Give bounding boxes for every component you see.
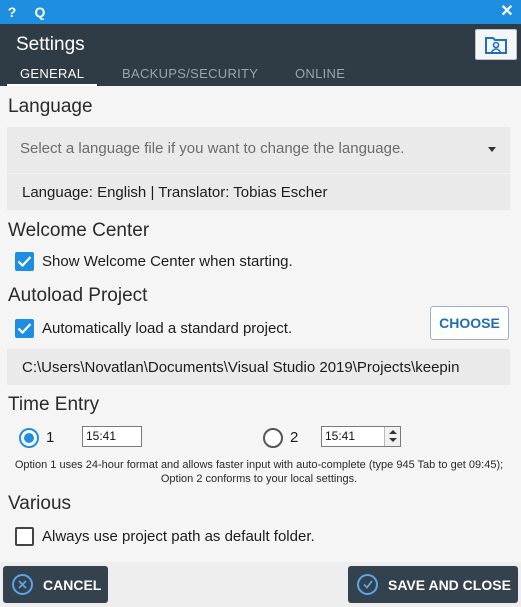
autoload-section-title: Autoload Project: [8, 285, 148, 306]
language-section-title: Language: [8, 96, 93, 117]
project-path-field[interactable]: C:\Users\Novatlan\Documents\Visual Studi…: [7, 349, 510, 385]
check-icon: [357, 574, 378, 595]
default-folder-checkbox[interactable]: [15, 527, 34, 546]
settings-content: Language Select a language file if you w…: [0, 86, 521, 562]
checkmark-icon: [17, 256, 32, 268]
default-folder-label: Always use project path as default folde…: [42, 528, 315, 545]
time-option-1-label: 1: [46, 429, 55, 446]
welcome-section-title: Welcome Center: [8, 220, 150, 241]
time-option-1-radio[interactable]: [19, 428, 39, 448]
checkmark-icon: [17, 323, 32, 335]
language-select[interactable]: Select a language file if you want to ch…: [7, 127, 510, 173]
page-title: Settings: [16, 34, 85, 55]
tab-general[interactable]: GENERAL: [20, 66, 84, 81]
spin-down-icon[interactable]: [389, 438, 397, 442]
tab-online[interactable]: ONLINE: [295, 66, 345, 81]
cancel-button[interactable]: CANCEL: [3, 566, 108, 603]
close-button[interactable]: ✕: [495, 0, 519, 24]
cancel-icon: [12, 574, 33, 595]
language-info-text: Language: English | Translator: Tobias E…: [22, 184, 328, 201]
welcome-center-label: Show Welcome Center when starting.: [42, 253, 293, 270]
folder-user-icon: [485, 37, 507, 54]
save-and-close-label: SAVE AND CLOSE: [388, 577, 511, 593]
open-folder-button[interactable]: [475, 29, 517, 60]
time-option-2-input[interactable]: 15:41: [321, 426, 401, 447]
chevron-down-icon: [488, 147, 496, 152]
various-section-title: Various: [8, 493, 72, 514]
cancel-label: CANCEL: [43, 577, 102, 593]
help-button[interactable]: ?: [0, 0, 24, 24]
time-spinner[interactable]: [384, 427, 400, 446]
language-info-box: Language: English | Translator: Tobias E…: [7, 174, 510, 210]
choose-button[interactable]: CHOOSE: [430, 306, 509, 340]
time-option-1-input[interactable]: 15:41: [82, 426, 142, 447]
q-button[interactable]: Q: [28, 0, 52, 24]
settings-header: Settings GENERAL BACKUPS/SECURITY ONLINE: [0, 24, 521, 86]
project-path-text: C:\Users\Novatlan\Documents\Visual Studi…: [22, 359, 460, 376]
welcome-center-checkbox[interactable]: [15, 252, 34, 271]
spin-up-icon[interactable]: [389, 430, 397, 434]
time-option-2-label: 2: [290, 429, 299, 446]
title-bar: ? Q ✕: [0, 0, 521, 24]
time-entry-section-title: Time Entry: [8, 394, 100, 415]
save-and-close-button[interactable]: SAVE AND CLOSE: [348, 566, 518, 603]
tab-backups-security[interactable]: BACKUPS/SECURITY: [122, 66, 258, 81]
autoload-label: Automatically load a standard project.: [42, 320, 293, 337]
footer-bar: CANCEL SAVE AND CLOSE: [0, 562, 521, 607]
time-option-2-radio[interactable]: [263, 428, 283, 448]
time-option-2-value: 15:41: [325, 429, 356, 443]
language-select-placeholder: Select a language file if you want to ch…: [20, 140, 405, 157]
time-entry-hint: Option 1 uses 24-hour format and allows …: [14, 459, 504, 485]
autoload-checkbox[interactable]: [15, 319, 34, 338]
